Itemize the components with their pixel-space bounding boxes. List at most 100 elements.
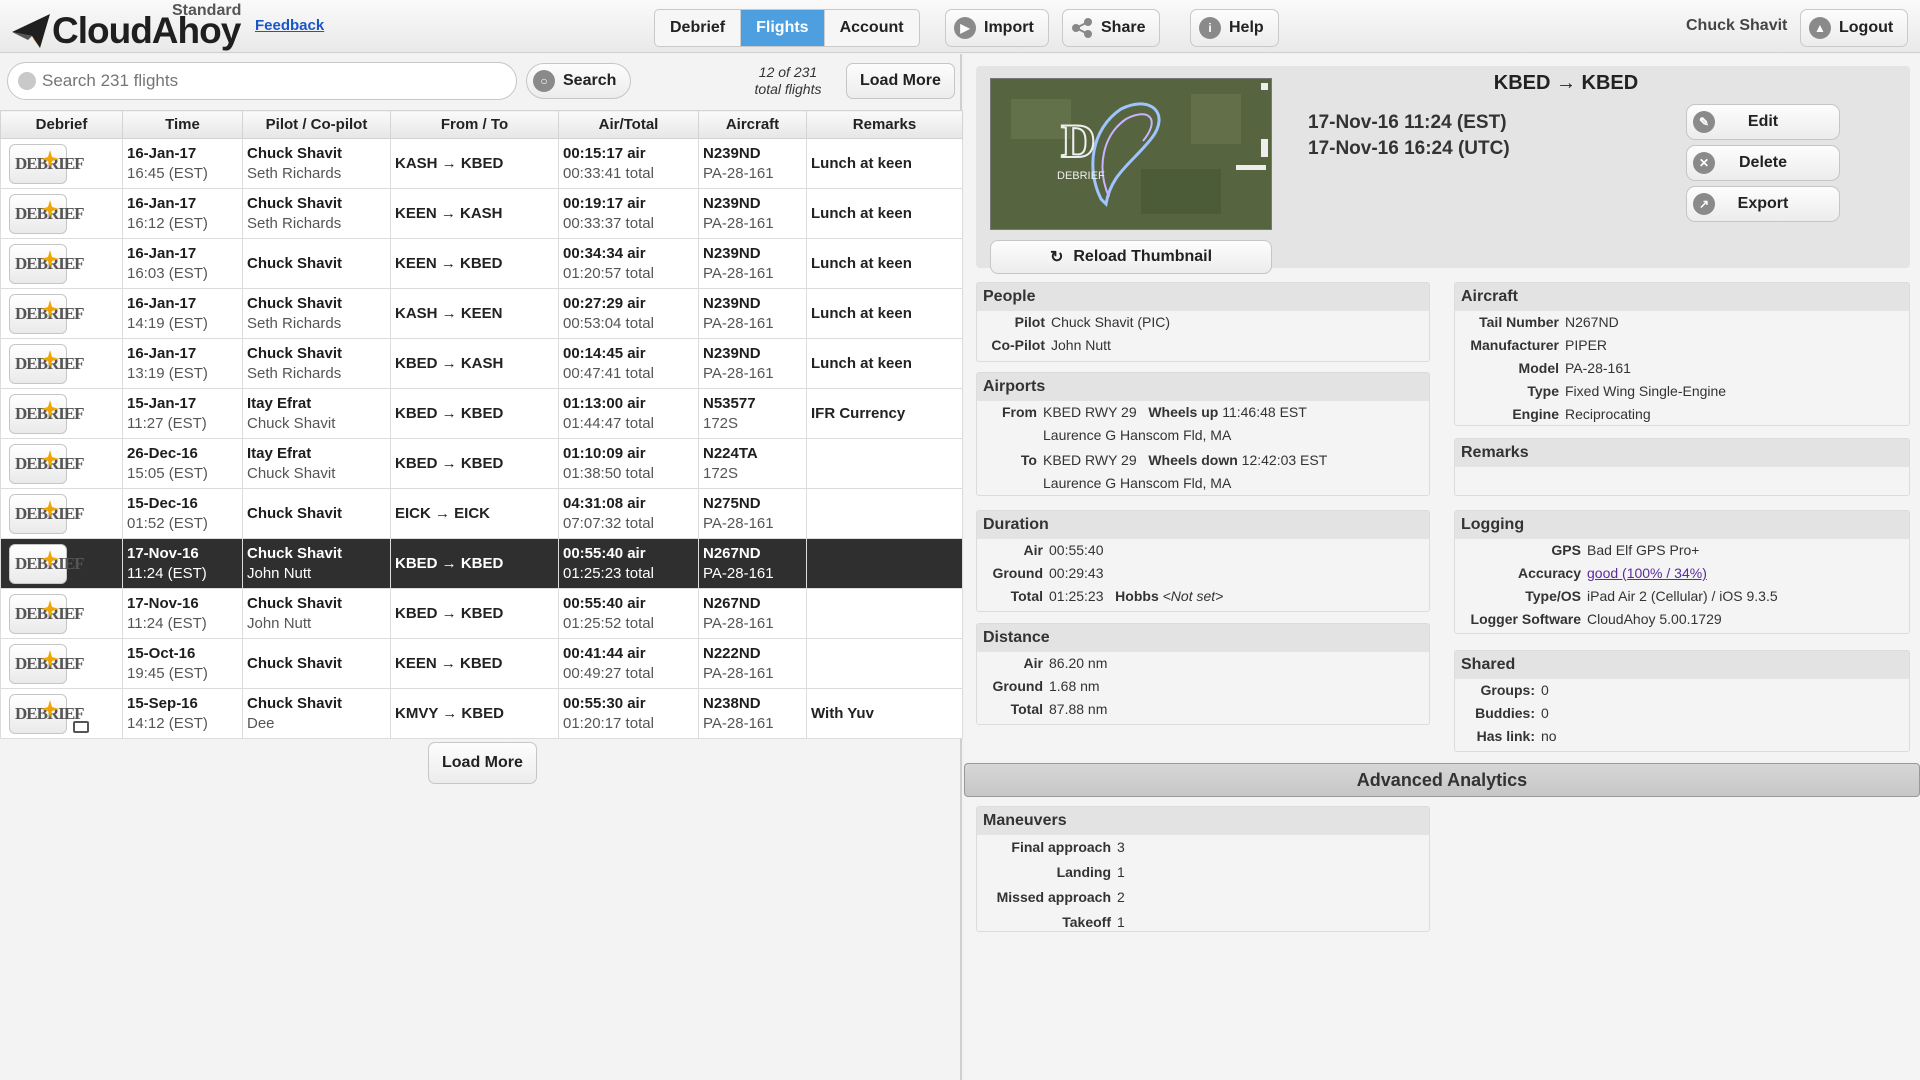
type-label: Type bbox=[1527, 383, 1559, 399]
column-header-pilot[interactable]: Pilot / Co-pilot bbox=[242, 110, 391, 139]
feedback-link[interactable]: Feedback bbox=[255, 17, 324, 34]
share-button[interactable]: Share bbox=[1062, 9, 1161, 47]
takeoff-value: 1 bbox=[1117, 914, 1125, 930]
tab-account[interactable]: Account bbox=[825, 10, 919, 46]
final-approach-value: 3 bbox=[1117, 839, 1125, 855]
shared-section: Shared Groups: 0 Buddies: 0 Has link: no bbox=[1454, 650, 1910, 752]
route-cell: KBED → KBED bbox=[390, 388, 559, 439]
debrief-icon[interactable]: DEBRIEF bbox=[9, 493, 85, 534]
import-label: Import bbox=[984, 19, 1034, 36]
flight-date: 15-Oct-16 bbox=[127, 644, 196, 662]
search-button[interactable]: ○ Search bbox=[526, 63, 632, 99]
table-row[interactable]: DEBRIEF 17-Nov-16 11:24 (EST) Chuck Shavi… bbox=[0, 588, 963, 639]
flight-count: 12 of 231 total flights bbox=[738, 64, 838, 98]
column-header-route[interactable]: From / To bbox=[390, 110, 559, 139]
debrief-icon[interactable]: DEBRIEF bbox=[9, 443, 85, 484]
export-button[interactable]: ↗ Export bbox=[1686, 186, 1840, 222]
duration-title: Duration bbox=[977, 511, 1429, 539]
accuracy-link[interactable]: good (100% / 34%) bbox=[1587, 565, 1707, 581]
flight-count-main: 12 of 231 bbox=[758, 64, 818, 80]
pilot-name: Chuck Shavit bbox=[247, 194, 343, 212]
column-header-debrief[interactable]: Debrief bbox=[0, 110, 123, 139]
table-row[interactable]: DEBRIEF 16-Jan-17 16:03 (EST) Chuck Shavi… bbox=[0, 238, 963, 289]
tab-debrief[interactable]: Debrief bbox=[655, 10, 742, 46]
table-row[interactable]: DEBRIEF 17-Nov-16 11:24 (EST) Chuck Shavi… bbox=[0, 538, 963, 589]
flight-map-thumbnail[interactable]: D DEBRIEF bbox=[990, 78, 1272, 230]
reload-thumbnail-button[interactable]: ↻ Reload Thumbnail bbox=[990, 240, 1272, 274]
tab-flights[interactable]: Flights bbox=[741, 10, 825, 46]
remarks-section[interactable]: Remarks bbox=[1454, 438, 1910, 496]
aircraft-cell: N267ND PA-28-161 bbox=[698, 538, 807, 589]
maneuvers-title: Maneuvers bbox=[977, 807, 1429, 835]
debrief-cell: DEBRIEF bbox=[0, 638, 123, 689]
share-label: Share bbox=[1101, 19, 1146, 36]
duration-air-label: Air bbox=[1023, 542, 1043, 558]
debrief-icon[interactable]: DEBRIEF bbox=[9, 393, 85, 434]
table-row[interactable]: DEBRIEF 15-Dec-16 01:52 (EST) Chuck Shavi… bbox=[0, 488, 963, 539]
aircraft-model: PA-28-161 bbox=[703, 514, 774, 532]
total-time: 00:49:27 total bbox=[563, 664, 654, 682]
flight-time: 14:12 (EST) bbox=[127, 714, 208, 732]
flight-route: KEEN → KBED bbox=[395, 655, 503, 672]
edit-button[interactable]: ✎ Edit bbox=[1686, 104, 1840, 140]
svg-text:D: D bbox=[1061, 115, 1096, 168]
table-row[interactable]: DEBRIEF 16-Jan-17 14:19 (EST) Chuck Shavi… bbox=[0, 288, 963, 339]
debrief-icon[interactable]: DEBRIEF bbox=[9, 693, 85, 734]
final-approach-label: Final approach bbox=[1011, 839, 1111, 855]
table-row[interactable]: DEBRIEF 15-Oct-16 19:45 (EST) Chuck Shavi… bbox=[0, 638, 963, 689]
total-time: 01:44:47 total bbox=[563, 414, 654, 432]
film-icon[interactable] bbox=[73, 721, 89, 733]
table-row[interactable]: DEBRIEF 26-Dec-16 15:05 (EST) Itay Efrat C… bbox=[0, 438, 963, 489]
time-cell: 15-Dec-16 01:52 (EST) bbox=[122, 488, 243, 539]
column-header-air-total[interactable]: Air/Total bbox=[558, 110, 699, 139]
table-row[interactable]: DEBRIEF 16-Jan-17 16:12 (EST) Chuck Shavi… bbox=[0, 188, 963, 239]
search-input[interactable] bbox=[42, 63, 502, 99]
people-title: People bbox=[977, 283, 1429, 311]
logout-button[interactable]: ▲ Logout bbox=[1800, 9, 1909, 47]
pilot-name: Chuck Shavit bbox=[247, 294, 343, 312]
debrief-icon[interactable]: DEBRIEF bbox=[9, 343, 85, 384]
debrief-icon[interactable]: DEBRIEF bbox=[9, 293, 85, 334]
load-more-button-top[interactable]: Load More bbox=[846, 63, 955, 99]
debrief-icon[interactable]: DEBRIEF bbox=[9, 143, 85, 184]
debrief-cell: DEBRIEF bbox=[0, 588, 123, 639]
debrief-icon[interactable]: DEBRIEF bbox=[9, 193, 85, 234]
debrief-icon[interactable]: DEBRIEF bbox=[9, 643, 85, 684]
import-button[interactable]: ▶ Import bbox=[945, 9, 1049, 47]
flight-time: 16:12 (EST) bbox=[127, 214, 208, 232]
debrief-icon[interactable]: DEBRIEF bbox=[9, 593, 85, 634]
pilot-cell: Chuck Shavit Seth Richards bbox=[242, 288, 391, 339]
total-time: 00:33:37 total bbox=[563, 214, 654, 232]
duration-section: Duration Air 00:55:40 Ground 00:29:43 Tota… bbox=[976, 510, 1430, 612]
column-header-time[interactable]: Time bbox=[122, 110, 243, 139]
flight-route: KBED → KBED bbox=[395, 555, 504, 572]
pilot-cell: Chuck Shavit Dee bbox=[242, 688, 391, 739]
debrief-icon[interactable]: DEBRIEF bbox=[9, 243, 85, 284]
table-row[interactable]: DEBRIEF 15-Jan-17 11:27 (EST) Itay Efrat C… bbox=[0, 388, 963, 439]
table-row[interactable]: DEBRIEF 16-Jan-17 13:19 (EST) Chuck Shavi… bbox=[0, 338, 963, 389]
help-button[interactable]: i Help bbox=[1190, 9, 1279, 47]
plane-icon bbox=[41, 299, 59, 318]
pilot-name: Chuck Shavit bbox=[247, 144, 343, 162]
table-header-row: Debrief Time Pilot / Co-pilot From / To … bbox=[0, 110, 963, 139]
column-header-remarks[interactable]: Remarks bbox=[806, 110, 963, 139]
flight-date: 15-Sep-16 bbox=[127, 694, 198, 712]
advanced-analytics-header[interactable]: Advanced Analytics bbox=[964, 763, 1920, 797]
flight-track-map: D DEBRIEF bbox=[991, 79, 1271, 229]
time-cell: 16-Jan-17 16:45 (EST) bbox=[122, 138, 243, 189]
table-row[interactable]: DEBRIEF 15-Sep-16 14:12 (EST) Chuck Shavi… bbox=[0, 688, 963, 739]
column-header-aircraft[interactable]: Aircraft bbox=[698, 110, 807, 139]
load-more-button-bottom[interactable]: Load More bbox=[428, 742, 537, 784]
table-row[interactable]: DEBRIEF 16-Jan-17 16:45 (EST) Chuck Shavi… bbox=[0, 138, 963, 189]
delete-button[interactable]: ✕ Delete bbox=[1686, 145, 1840, 181]
manufacturer-value: PIPER bbox=[1565, 337, 1608, 353]
aircraft-model: PA-28-161 bbox=[703, 364, 774, 382]
aircraft-model: 172S bbox=[703, 414, 739, 432]
tail-number-label: Tail Number bbox=[1479, 314, 1559, 330]
cloudahoy-logo[interactable]: CloudAhoy Standard bbox=[10, 2, 242, 51]
pilot-name: Chuck Shavit bbox=[247, 654, 343, 672]
debrief-icon[interactable]: DEBRIEF bbox=[9, 543, 85, 584]
flight-time: 15:05 (EST) bbox=[127, 464, 208, 482]
tail-number: N239ND bbox=[703, 244, 761, 262]
edition-label: Standard bbox=[172, 2, 242, 19]
